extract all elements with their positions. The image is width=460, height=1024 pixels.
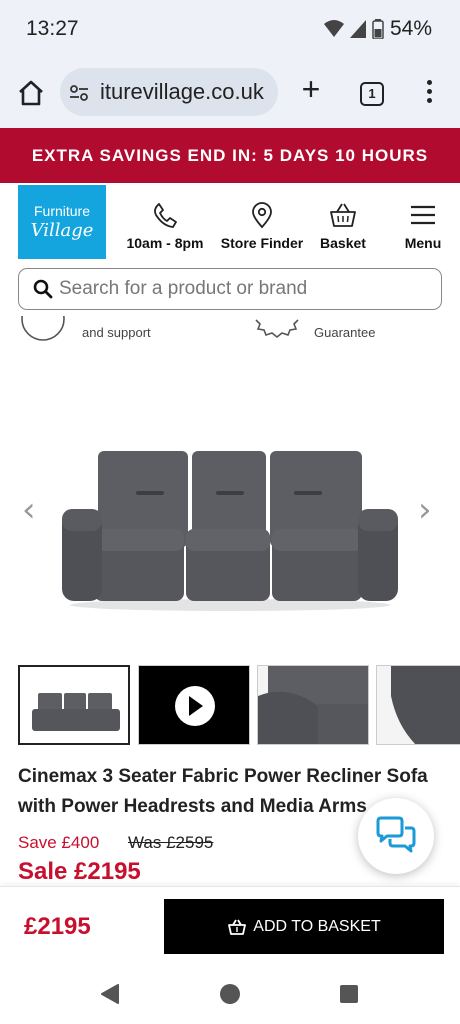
- recents-icon[interactable]: [340, 985, 358, 1003]
- search-bar[interactable]: [18, 268, 442, 310]
- sticky-add-to-basket-bar: £2195 ADD TO BASKET: [0, 886, 460, 960]
- tab-switcher-button[interactable]: 1: [360, 82, 384, 106]
- product-image-gallery[interactable]: ‹ ›: [0, 345, 460, 660]
- url-text: iturevillage.co.uk: [100, 79, 264, 104]
- status-icons: 54%: [323, 17, 432, 41]
- wifi-icon: [323, 20, 344, 37]
- home-icon[interactable]: [16, 78, 46, 108]
- signal-icon: [349, 20, 366, 38]
- thumbnail-video[interactable]: [138, 665, 250, 745]
- thumbnail-strip: [18, 665, 460, 745]
- add-to-basket-button[interactable]: ADD TO BASKET: [164, 899, 444, 954]
- system-nav-bar: [0, 960, 460, 1024]
- save-amount: Save £400: [18, 833, 100, 852]
- url-bar[interactable]: iturevillage.co.uk: [60, 68, 278, 116]
- phone-icon: [154, 203, 177, 228]
- home-nav-icon[interactable]: [219, 983, 241, 1005]
- promo-banner[interactable]: EXTRA SAVINGS END IN: 5 DAYS 10 HOURS: [0, 128, 460, 183]
- status-time: 13:27: [26, 17, 79, 40]
- more-options-icon[interactable]: [424, 80, 434, 108]
- gallery-next-arrow[interactable]: ›: [418, 490, 432, 530]
- add-to-basket-label: ADD TO BASKET: [253, 917, 381, 935]
- store-finder-link[interactable]: Store Finder: [218, 201, 306, 251]
- search-input[interactable]: [59, 275, 429, 303]
- site-header: Furniture Village 10am - 8pm Store Finde…: [0, 183, 460, 263]
- hamburger-icon: [411, 205, 435, 225]
- basket-icon: [228, 919, 247, 935]
- battery-percent: 54%: [389, 17, 432, 40]
- chat-bubbles-icon: [376, 816, 416, 853]
- furniture-village-logo[interactable]: Furniture Village: [18, 185, 106, 259]
- back-icon[interactable]: [100, 984, 120, 1004]
- usp-strip: and support Guarantee: [0, 316, 460, 346]
- thumbnail-side-detail[interactable]: [376, 665, 460, 745]
- guarantee-badge-icon: [255, 319, 299, 339]
- basket-link[interactable]: Basket: [316, 201, 370, 251]
- support-icon: [21, 316, 65, 341]
- opening-hours-link[interactable]: 10am - 8pm: [124, 201, 206, 251]
- gallery-prev-arrow[interactable]: ‹: [22, 490, 36, 530]
- sofa-product-image[interactable]: [58, 445, 402, 615]
- menu-button[interactable]: Menu: [400, 201, 446, 251]
- browser-toolbar: iturevillage.co.uk + 1: [0, 56, 460, 128]
- bottom-bar-price: £2195: [24, 913, 91, 940]
- location-pin-icon: [252, 202, 272, 229]
- search-icon: [33, 279, 53, 299]
- play-icon: [175, 686, 215, 726]
- status-bar: 13:27 54%: [0, 0, 460, 56]
- live-chat-button[interactable]: [358, 798, 434, 874]
- thumbnail-arm-detail[interactable]: [257, 665, 369, 745]
- site-settings-icon[interactable]: [68, 82, 90, 104]
- battery-icon: [372, 19, 384, 39]
- usp-guarantee-text: Guarantee: [314, 325, 376, 340]
- thumbnail-sofa-front[interactable]: [18, 665, 130, 745]
- new-tab-icon[interactable]: +: [296, 73, 326, 106]
- usp-support-text: and support: [82, 325, 151, 340]
- was-price: Was £2595: [128, 833, 214, 852]
- basket-icon: [330, 203, 356, 227]
- sale-price: Sale £2195: [18, 858, 141, 885]
